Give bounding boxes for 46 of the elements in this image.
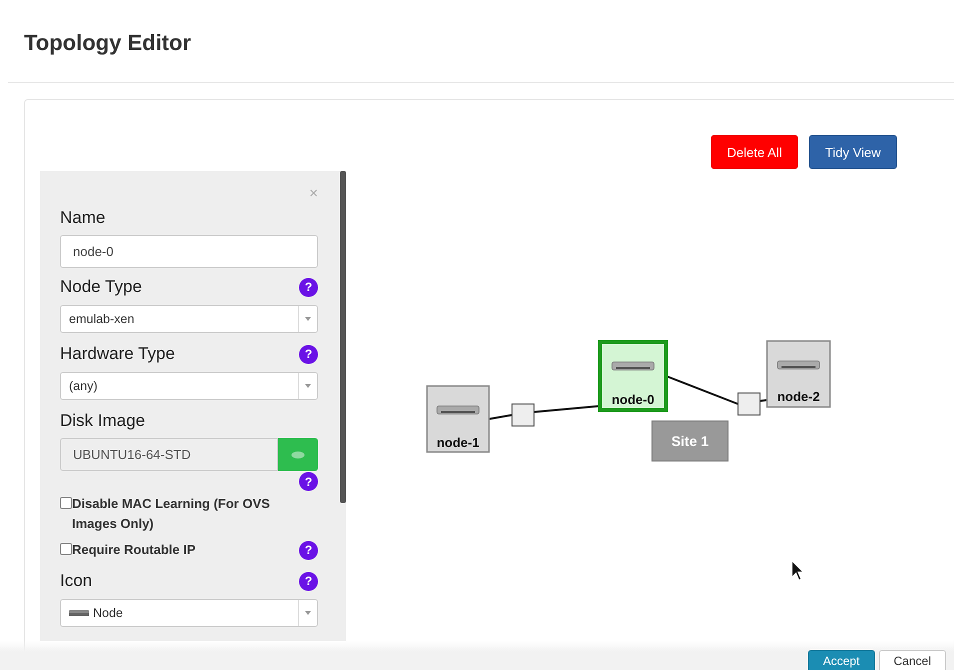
node-label: node-1 — [436, 435, 480, 450]
link-line[interactable] — [666, 375, 768, 405]
caret-icon — [305, 384, 311, 388]
dropdown[interactable]: Node — [60, 599, 318, 627]
interface-box[interactable] — [512, 404, 534, 426]
delete-all-button[interactable]: Delete All — [711, 135, 798, 169]
field-label: Node Type — [60, 277, 142, 297]
accept-button[interactable]: Accept — [808, 650, 875, 670]
help-icon[interactable]: ? — [299, 278, 318, 296]
field-label: Icon — [60, 571, 92, 591]
checkbox-label[interactable]: Disable MAC Learning (For OVS Images Only) — [72, 494, 318, 534]
help-icon[interactable]: ? — [299, 572, 318, 590]
dropdown[interactable]: (any) — [60, 372, 318, 400]
site-box[interactable] — [652, 420, 728, 462]
caret-icon — [305, 611, 311, 615]
server-icon — [612, 362, 654, 370]
caret-icon — [305, 317, 311, 321]
cursor-icon — [792, 560, 804, 581]
server-icon — [436, 406, 480, 414]
help-icon[interactable]: ? — [299, 344, 318, 364]
checkbox-label[interactable]: Require Routable IP — [72, 540, 299, 560]
node-box[interactable] — [766, 340, 831, 408]
node-box[interactable] — [598, 340, 668, 412]
link-line[interactable] — [488, 405, 600, 420]
tidy-view-button[interactable]: Tidy View — [809, 135, 897, 169]
field-label: Disk Image — [60, 411, 146, 431]
node-box[interactable] — [426, 385, 490, 453]
server-icon — [69, 610, 89, 616]
window-title: Topology Editor — [24, 30, 192, 56]
name-field[interactable]: node-0 — [60, 235, 318, 268]
field-label: Name — [60, 208, 106, 228]
dropdown[interactable]: emulab-xen — [60, 305, 318, 333]
help-icon[interactable]: ? — [299, 540, 318, 560]
node-label: node-2 — [777, 389, 820, 404]
checkbox[interactable] — [60, 543, 72, 555]
disk-image-field[interactable]: UBUNTU16-64-STD — [60, 438, 278, 471]
field-label: Hardware Type — [60, 344, 175, 364]
help-icon[interactable]: ? — [299, 472, 318, 491]
cancel-button[interactable]: Cancel — [878, 650, 946, 670]
site-label: Site 1 — [671, 433, 709, 449]
scrollbar-thumb[interactable] — [340, 171, 346, 503]
server-icon — [777, 360, 820, 370]
eye-icon — [291, 450, 305, 458]
node-label: node-0 — [612, 392, 654, 407]
interface-box[interactable] — [738, 392, 760, 416]
checkbox[interactable] — [60, 497, 72, 509]
